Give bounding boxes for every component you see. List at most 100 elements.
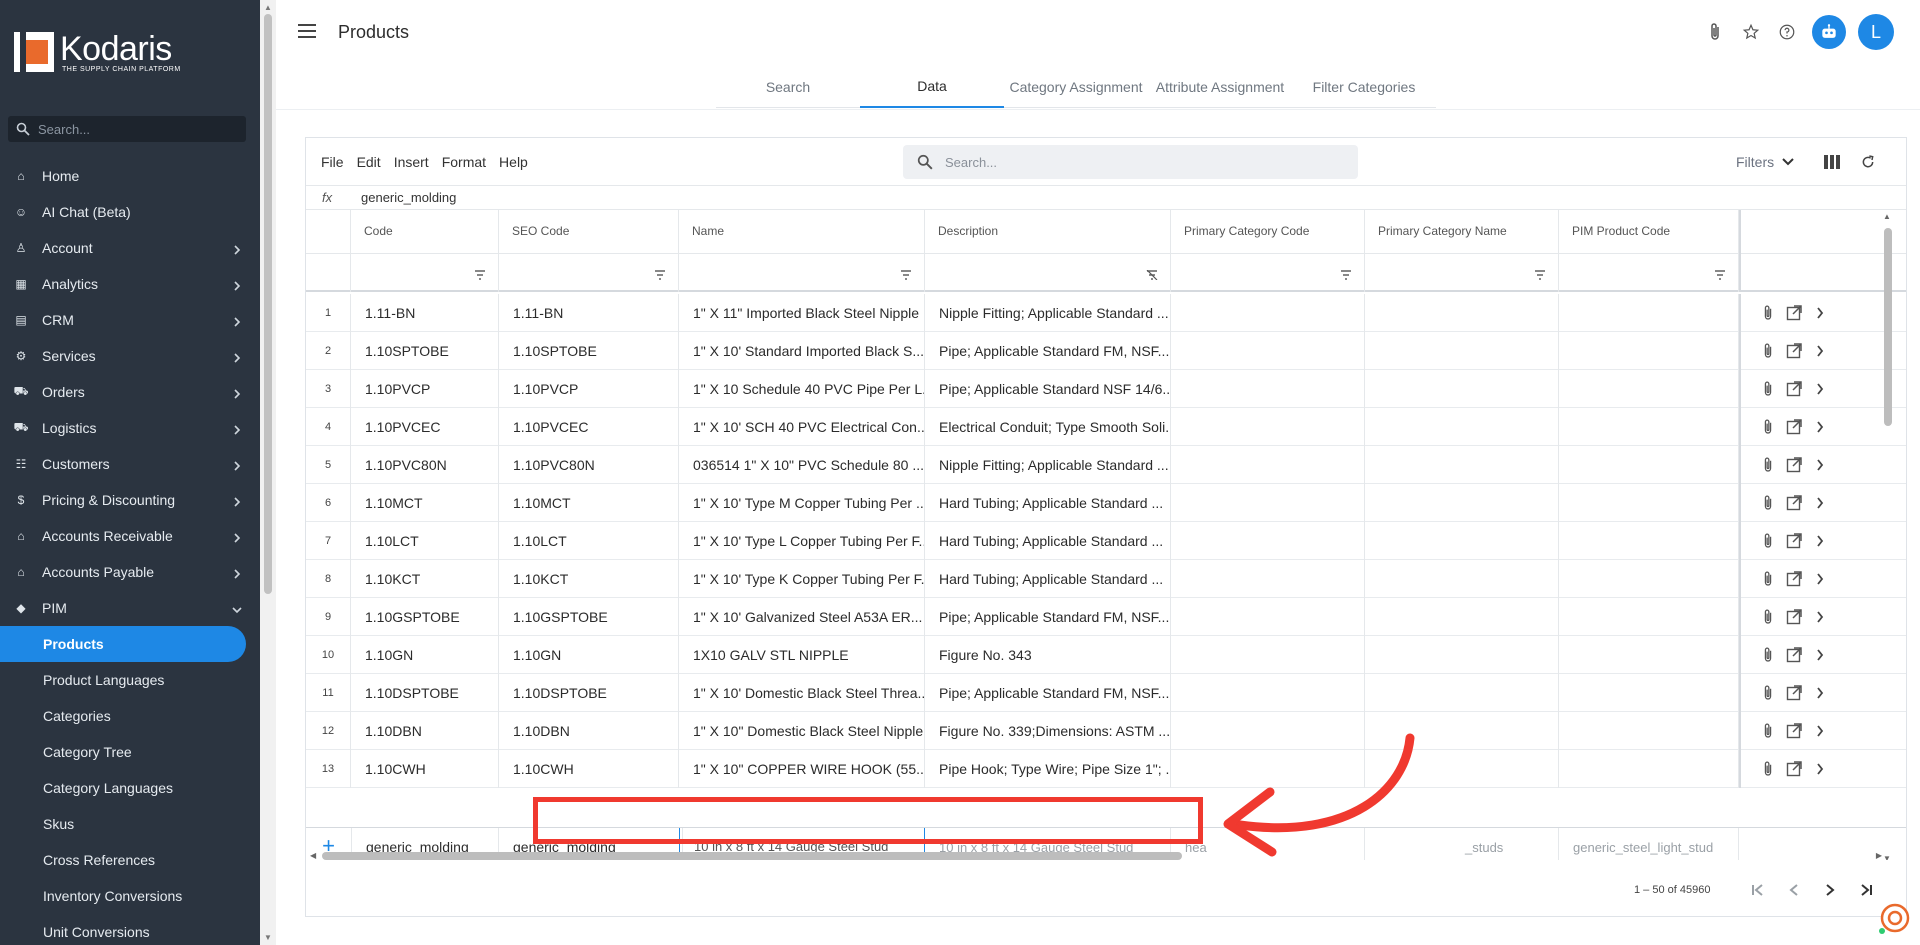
cell-seo-code[interactable]: 1.10PVC80N: [499, 446, 679, 484]
sidebar-subitem-product-languages[interactable]: Product Languages: [0, 662, 260, 698]
attachment-icon[interactable]: [1759, 646, 1777, 664]
sidebar-subitem-categories[interactable]: Categories: [0, 698, 260, 734]
scroll-right-icon[interactable]: ▶: [1876, 851, 1882, 860]
column-header-pim-product-code[interactable]: PIM Product Code: [1559, 210, 1739, 254]
scroll-up-icon[interactable]: ▲: [264, 3, 272, 12]
sidebar-scrollbar[interactable]: ▲ ▼: [260, 0, 276, 945]
attachment-icon[interactable]: [1759, 304, 1777, 322]
cell-pim-product-code[interactable]: [1559, 294, 1739, 332]
cell-code[interactable]: 1.10PVCP: [351, 370, 499, 408]
sidebar-subitem-skus[interactable]: Skus: [0, 806, 260, 842]
cell-primary-category-name[interactable]: [1365, 522, 1559, 560]
sidebar-subitem-inventory-conversions[interactable]: Inventory Conversions: [0, 878, 260, 914]
sidebar-subitem-category-languages[interactable]: Category Languages: [0, 770, 260, 806]
sidebar-search-input[interactable]: [38, 121, 238, 137]
cell-code[interactable]: 1.10MCT: [351, 484, 499, 522]
table-row[interactable]: 4 1.10PVCEC 1.10PVCEC 1" X 10' SCH 40 PVC E…: [306, 408, 1906, 446]
sidebar-item-analytics[interactable]: ▦ Analytics: [0, 266, 260, 302]
grid-vscroll-thumb[interactable]: [1884, 228, 1892, 426]
cell-seo-code[interactable]: 1.10PVCEC: [499, 408, 679, 446]
cell-pim-product-code[interactable]: [1559, 598, 1739, 636]
tab-category-assignment[interactable]: Category Assignment: [1004, 66, 1148, 108]
cell-description[interactable]: Pipe; Applicable Standard FM, NSF...: [925, 332, 1171, 370]
sidebar-item-logistics[interactable]: ⛟ Logistics: [0, 410, 260, 446]
cell-description[interactable]: Figure No. 343: [925, 636, 1171, 674]
cell-primary-category-code[interactable]: [1171, 446, 1365, 484]
column-header-primary-category-name[interactable]: Primary Category Name: [1365, 210, 1559, 254]
menu-file[interactable]: File: [321, 154, 344, 170]
support-chat-button[interactable]: [1878, 903, 1910, 935]
cell-primary-category-name[interactable]: [1365, 294, 1559, 332]
cell-pim-product-code[interactable]: [1559, 636, 1739, 674]
chevron-right-icon[interactable]: [1811, 380, 1829, 398]
chevron-right-icon[interactable]: [1811, 608, 1829, 626]
cell-description[interactable]: Pipe; Applicable Standard FM, NSF...: [925, 674, 1171, 712]
column-header-code[interactable]: Code: [351, 210, 499, 254]
ai-assistant-button[interactable]: [1812, 15, 1846, 49]
sidebar-subitem-unit-conversions[interactable]: Unit Conversions: [0, 914, 260, 945]
user-avatar[interactable]: L: [1858, 14, 1894, 50]
last-page-icon[interactable]: [1856, 880, 1876, 900]
filter-off-icon[interactable]: [1146, 267, 1158, 281]
column-header-description[interactable]: Description: [925, 210, 1171, 254]
cell-code[interactable]: 1.10DSPTOBE: [351, 674, 499, 712]
menu-format[interactable]: Format: [442, 154, 486, 170]
cell-primary-category-code[interactable]: [1171, 598, 1365, 636]
cell-name[interactable]: 1" X 10' SCH 40 PVC Electrical Con...: [679, 408, 925, 446]
filter-icon[interactable]: [1340, 267, 1352, 280]
open-in-new-icon[interactable]: [1785, 456, 1803, 474]
attachment-icon[interactable]: [1759, 380, 1777, 398]
first-page-icon[interactable]: [1748, 880, 1768, 900]
cell-code[interactable]: 1.10LCT: [351, 522, 499, 560]
cell-pim-product-code[interactable]: [1559, 712, 1739, 750]
sidebar-item-home[interactable]: ⌂ Home: [0, 158, 260, 194]
attachment-icon[interactable]: [1704, 21, 1726, 43]
cell-seo-code[interactable]: 1.10DBN: [499, 712, 679, 750]
sidebar-item-pim[interactable]: ◆ PIM: [0, 590, 260, 626]
open-in-new-icon[interactable]: [1785, 646, 1803, 664]
attachment-icon[interactable]: [1759, 722, 1777, 740]
cell-code[interactable]: 1.10DBN: [351, 712, 499, 750]
star-icon[interactable]: [1740, 21, 1762, 43]
open-in-new-icon[interactable]: [1785, 380, 1803, 398]
cell-description[interactable]: Pipe Hook; Type Wire; Pipe Size 1"; ...: [925, 750, 1171, 788]
cell-description[interactable]: Hard Tubing; Applicable Standard ...: [925, 484, 1171, 522]
grid-search[interactable]: [903, 145, 1358, 179]
chevron-right-icon[interactable]: [1811, 304, 1829, 322]
cell-primary-category-code[interactable]: [1171, 560, 1365, 598]
cell-seo-code[interactable]: 1.10SPTOBE: [499, 332, 679, 370]
cell-description[interactable]: Electrical Conduit; Type Smooth Soli...: [925, 408, 1171, 446]
chevron-right-icon[interactable]: [1811, 494, 1829, 512]
menu-edit[interactable]: Edit: [357, 154, 381, 170]
cell-name[interactable]: 1" X 10' Type L Copper Tubing Per F...: [679, 522, 925, 560]
tab-attribute-assignment[interactable]: Attribute Assignment: [1148, 66, 1292, 108]
cell-primary-category-code[interactable]: [1171, 522, 1365, 560]
attachment-icon[interactable]: [1759, 532, 1777, 550]
cell-name[interactable]: 1X10 GALV STL NIPPLE: [679, 636, 925, 674]
open-in-new-icon[interactable]: [1785, 722, 1803, 740]
filter-icon[interactable]: [1534, 267, 1546, 280]
attachment-icon[interactable]: [1759, 494, 1777, 512]
cell-pim-product-code[interactable]: [1559, 522, 1739, 560]
chevron-right-icon[interactable]: [1811, 418, 1829, 436]
cell-primary-category-code[interactable]: [1171, 484, 1365, 522]
sidebar-item-customers[interactable]: ☷ Customers: [0, 446, 260, 482]
sidebar-item-account[interactable]: ♙ Account: [0, 230, 260, 266]
open-in-new-icon[interactable]: [1785, 342, 1803, 360]
cell-name[interactable]: 036514 1" X 10" PVC Schedule 80 ...: [679, 446, 925, 484]
menu-toggle-icon[interactable]: [298, 24, 316, 38]
table-row[interactable]: 11 1.10DSPTOBE 1.10DSPTOBE 1" X 10' Domesti…: [306, 674, 1906, 712]
sidebar-item-accounts-receivable[interactable]: ⌂ Accounts Receivable: [0, 518, 260, 554]
sidebar-item-crm[interactable]: ▤ CRM: [0, 302, 260, 338]
open-in-new-icon[interactable]: [1785, 570, 1803, 588]
table-row[interactable]: 7 1.10LCT 1.10LCT 1" X 10' Type L Copper Tu…: [306, 522, 1906, 560]
open-in-new-icon[interactable]: [1785, 304, 1803, 322]
cell-pim-product-code[interactable]: [1559, 408, 1739, 446]
cell-name[interactable]: 1" X 10' Galvanized Steel A53A ER...: [679, 598, 925, 636]
cell-code[interactable]: 1.10GSPTOBE: [351, 598, 499, 636]
scroll-down-icon[interactable]: ▼: [264, 933, 272, 942]
table-row[interactable]: 8 1.10KCT 1.10KCT 1" X 10' Type K Copper Tu…: [306, 560, 1906, 598]
cell-primary-category-name[interactable]: [1365, 560, 1559, 598]
sidebar-scroll-thumb[interactable]: [264, 14, 272, 594]
cell-name[interactable]: 1" X 10 Schedule 40 PVC Pipe Per L...: [679, 370, 925, 408]
